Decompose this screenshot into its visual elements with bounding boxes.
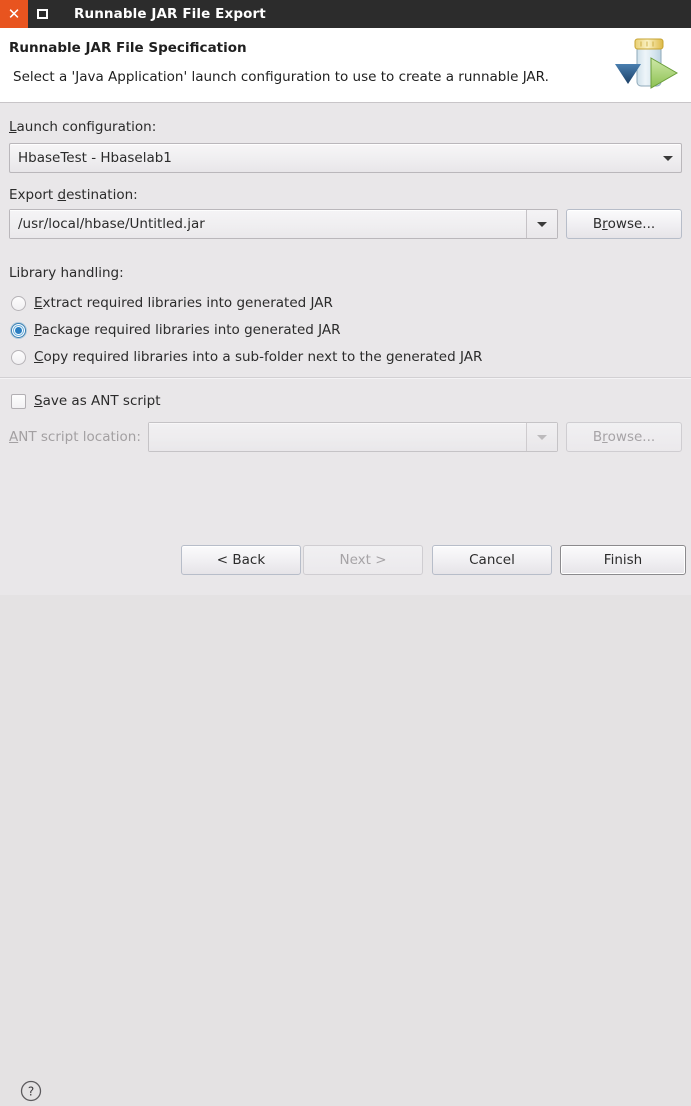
ant-location-mnemonic: A [9,429,18,445]
chevron-down-icon[interactable] [655,156,681,161]
ant-location-text: NT script location: [18,429,141,445]
radio-package-text: ackage required libraries into generated… [42,322,341,338]
ant-script-location-label: ANT script location: [9,429,141,445]
runnable-jar-export-dialog: ✕ Runnable JAR File Export Runnable JAR … [0,0,691,595]
save-as-ant-script-indicator[interactable] [11,394,26,409]
launch-configuration-label-mnemonic: L [9,119,17,135]
export-destination-label-mnemonic: d [57,187,66,203]
next-button[interactable]: Next > [303,545,423,575]
maximize-icon[interactable] [28,0,56,28]
save-as-ant-script-label: Save as ANT script [34,393,161,409]
radio-package-mnemonic: P [34,322,42,338]
cancel-button[interactable]: Cancel [432,545,552,575]
radio-copy-libraries-label: Copy required libraries into a sub-folde… [34,349,482,365]
ant-script-location-value[interactable] [149,423,526,451]
window-title: Runnable JAR File Export [74,6,266,22]
launch-configuration-value: HbaseTest - Hbaselab1 [10,150,655,166]
section-divider [0,377,691,379]
ant-script-location-input[interactable] [148,422,558,452]
maximize-glyph [37,9,48,19]
dialog-header: Runnable JAR File Specification Select a… [0,28,691,103]
radio-package-libraries[interactable]: Package required libraries into generate… [11,320,340,340]
ant-browse-pre: B [593,429,602,445]
titlebar: ✕ Runnable JAR File Export [0,0,691,28]
back-button[interactable]: < Back [181,545,301,575]
radio-extract-libraries-label: Extract required libraries into generate… [34,295,333,311]
launch-configuration-label-text: aunch configuration: [17,119,157,135]
radio-package-libraries-indicator[interactable] [11,323,26,338]
radio-extract-libraries[interactable]: Extract required libraries into generate… [11,293,333,313]
radio-extract-mnemonic: E [34,295,43,311]
library-handling-label: Library handling: [9,265,124,281]
radio-extract-libraries-indicator[interactable] [11,296,26,311]
save-ant-mnemonic: S [34,393,43,409]
svg-text:?: ? [28,1085,34,1099]
dialog-footer: ? < Back Next > Cancel Finish [0,532,691,595]
export-destination-value[interactable]: /usr/local/hbase/Untitled.jar [10,210,526,238]
close-glyph: ✕ [8,7,21,22]
page-title: Runnable JAR File Specification [9,40,247,56]
browse-label-post: owse... [608,216,656,232]
page-description: Select a 'Java Application' launch confi… [13,69,549,85]
help-icon[interactable]: ? [20,1080,42,1102]
save-ant-text: ave as ANT script [43,393,161,409]
save-as-ant-script-checkbox[interactable]: Save as ANT script [11,391,161,411]
browse-label-pre: B [593,216,602,232]
finish-button[interactable]: Finish [560,545,686,575]
radio-package-libraries-label: Package required libraries into generate… [34,322,340,338]
launch-configuration-label: Launch configuration: [9,119,156,135]
export-destination-label: Export destination: [9,187,138,203]
radio-copy-libraries[interactable]: Copy required libraries into a sub-folde… [11,347,482,367]
close-icon[interactable]: ✕ [0,0,28,28]
radio-extract-text: xtract required libraries into generated… [43,295,333,311]
export-destination-input[interactable]: /usr/local/hbase/Untitled.jar [9,209,558,239]
radio-copy-text: opy required libraries into a sub-folder… [43,349,482,365]
radio-copy-libraries-indicator[interactable] [11,350,26,365]
chevron-down-icon[interactable] [526,210,557,238]
launch-configuration-combo[interactable]: HbaseTest - Hbaselab1 [9,143,682,173]
chevron-down-icon[interactable] [526,423,557,451]
ant-browse-post: owse... [608,429,656,445]
dialog-body: Launch configuration: HbaseTest - Hbasel… [0,103,691,595]
export-destination-label-text: estination: [66,187,138,203]
jar-export-icon [611,32,683,98]
export-destination-label-pre: Export [9,187,57,203]
ant-script-browse-button[interactable]: Browse... [566,422,682,452]
export-destination-browse-button[interactable]: Browse... [566,209,682,239]
